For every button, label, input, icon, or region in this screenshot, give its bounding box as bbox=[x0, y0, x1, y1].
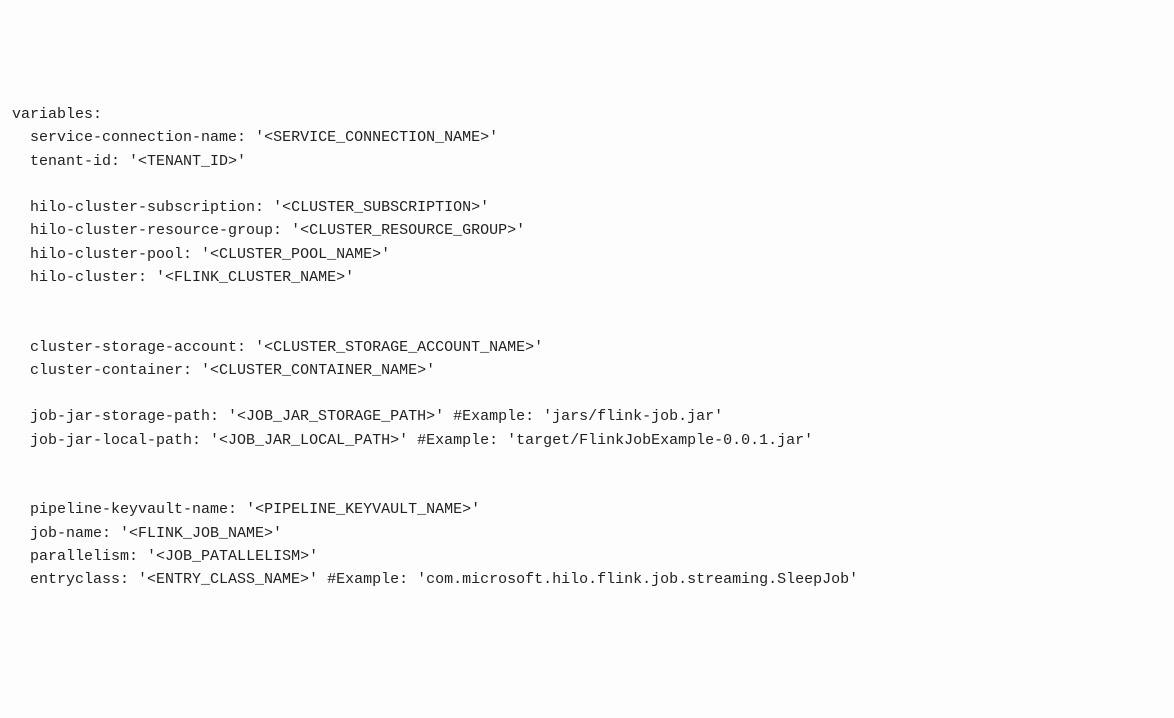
variable-key: job-name bbox=[30, 525, 102, 542]
variable-key: service-connection-name bbox=[30, 129, 237, 146]
variable-line: hilo-cluster-subscription: '<CLUSTER_SUB… bbox=[12, 196, 1162, 219]
variable-key: hilo-cluster bbox=[30, 269, 138, 286]
colon-separator: : bbox=[228, 501, 246, 518]
variable-line: cluster-storage-account: '<CLUSTER_STORA… bbox=[12, 336, 1162, 359]
colon-separator: : bbox=[183, 362, 201, 379]
colon-separator: : bbox=[237, 339, 255, 356]
variable-value: '<CLUSTER_RESOURCE_GROUP>' bbox=[291, 222, 525, 239]
colon-separator: : bbox=[183, 246, 201, 263]
blank-line bbox=[12, 312, 1162, 335]
variable-key: parallelism bbox=[30, 548, 129, 565]
variable-line: service-connection-name: '<SERVICE_CONNE… bbox=[12, 126, 1162, 149]
colon-separator: : bbox=[102, 525, 120, 542]
variable-line: hilo-cluster-resource-group: '<CLUSTER_R… bbox=[12, 219, 1162, 242]
variable-value: '<CLUSTER_STORAGE_ACCOUNT_NAME>' bbox=[255, 339, 543, 356]
variable-value: '<ENTRY_CLASS_NAME>' bbox=[138, 571, 318, 588]
variable-value: '<SERVICE_CONNECTION_NAME>' bbox=[255, 129, 498, 146]
variable-key: job-jar-storage-path bbox=[30, 408, 210, 425]
variable-line: job-jar-local-path: '<JOB_JAR_LOCAL_PATH… bbox=[12, 429, 1162, 452]
variable-key: hilo-cluster-subscription bbox=[30, 199, 255, 216]
variable-line: job-name: '<FLINK_JOB_NAME>' bbox=[12, 522, 1162, 545]
variable-line: cluster-container: '<CLUSTER_CONTAINER_N… bbox=[12, 359, 1162, 382]
variable-line: hilo-cluster-pool: '<CLUSTER_POOL_NAME>' bbox=[12, 243, 1162, 266]
colon-separator: : bbox=[129, 548, 147, 565]
variable-key: entryclass bbox=[30, 571, 120, 588]
variable-key: hilo-cluster-pool bbox=[30, 246, 183, 263]
variable-value: '<JOB_PATALLELISM>' bbox=[147, 548, 318, 565]
variable-value: '<PIPELINE_KEYVAULT_NAME>' bbox=[246, 501, 480, 518]
blank-line bbox=[12, 382, 1162, 405]
variable-value: '<CLUSTER_POOL_NAME>' bbox=[201, 246, 390, 263]
variable-value: '<JOB_JAR_LOCAL_PATH>' bbox=[210, 432, 408, 449]
variable-line: job-jar-storage-path: '<JOB_JAR_STORAGE_… bbox=[12, 405, 1162, 428]
colon-separator: : bbox=[273, 222, 291, 239]
variable-line: tenant-id: '<TENANT_ID>' bbox=[12, 150, 1162, 173]
colon-separator: : bbox=[120, 571, 138, 588]
variable-key: hilo-cluster-resource-group bbox=[30, 222, 273, 239]
variable-value: '<FLINK_JOB_NAME>' bbox=[120, 525, 282, 542]
variable-key: tenant-id bbox=[30, 153, 111, 170]
variable-value: '<CLUSTER_CONTAINER_NAME>' bbox=[201, 362, 435, 379]
blank-line bbox=[12, 173, 1162, 196]
variable-key: pipeline-keyvault-name bbox=[30, 501, 228, 518]
variable-line: hilo-cluster: '<FLINK_CLUSTER_NAME>' bbox=[12, 266, 1162, 289]
variable-value: '<CLUSTER_SUBSCRIPTION>' bbox=[273, 199, 489, 216]
blank-line bbox=[12, 289, 1162, 312]
colon-separator: : bbox=[237, 129, 255, 146]
inline-comment: #Example: 'com.microsoft.hilo.flink.job.… bbox=[318, 571, 858, 588]
colon-separator: : bbox=[111, 153, 129, 170]
variable-value: '<FLINK_CLUSTER_NAME>' bbox=[156, 269, 354, 286]
variable-line: pipeline-keyvault-name: '<PIPELINE_KEYVA… bbox=[12, 498, 1162, 521]
inline-comment: #Example: 'target/FlinkJobExample-0.0.1.… bbox=[408, 432, 813, 449]
variable-line: entryclass: '<ENTRY_CLASS_NAME>' #Exampl… bbox=[12, 568, 1162, 591]
colon-separator: : bbox=[192, 432, 210, 449]
blank-line bbox=[12, 452, 1162, 475]
colon-separator: : bbox=[138, 269, 156, 286]
inline-comment: #Example: 'jars/flink-job.jar' bbox=[444, 408, 723, 425]
variable-line: parallelism: '<JOB_PATALLELISM>' bbox=[12, 545, 1162, 568]
variable-value: '<TENANT_ID>' bbox=[129, 153, 246, 170]
variable-key: cluster-container bbox=[30, 362, 183, 379]
variable-key: cluster-storage-account bbox=[30, 339, 237, 356]
variable-value: '<JOB_JAR_STORAGE_PATH>' bbox=[228, 408, 444, 425]
variables-header: variables: bbox=[12, 103, 1162, 126]
colon-separator: : bbox=[210, 408, 228, 425]
blank-line bbox=[12, 475, 1162, 498]
code-block: variables:service-connection-name: '<SER… bbox=[12, 103, 1162, 591]
colon-separator: : bbox=[255, 199, 273, 216]
variable-key: job-jar-local-path bbox=[30, 432, 192, 449]
